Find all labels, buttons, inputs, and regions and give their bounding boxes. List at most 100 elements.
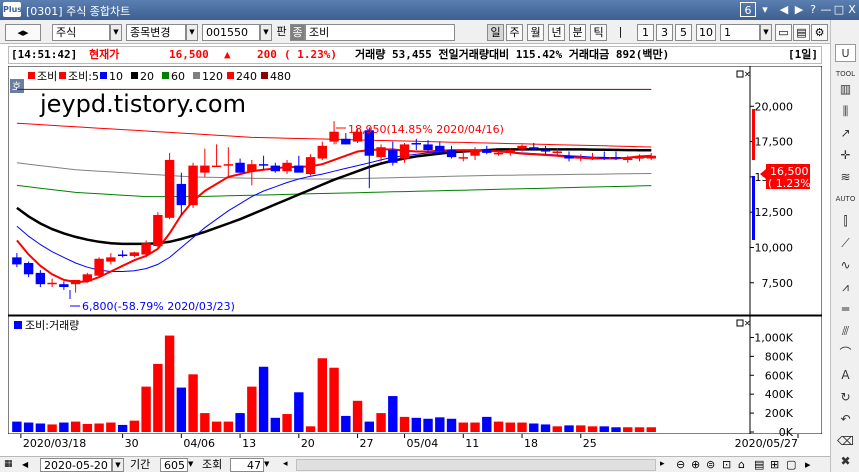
settings-icon[interactable]: ⚙ <box>811 24 828 41</box>
candle-body <box>529 147 539 149</box>
candle-body <box>47 282 57 285</box>
channel-icon[interactable]: ⫻ <box>835 322 856 340</box>
period-month-button[interactable]: 월 <box>527 24 544 41</box>
interval-10-button[interactable]: 10 <box>696 24 716 41</box>
volume-bar <box>435 417 445 432</box>
print-icon[interactable]: ▤ <box>793 24 810 41</box>
interval-5-button[interactable]: 5 <box>675 24 692 41</box>
candle-body <box>305 157 316 175</box>
interval-3-button[interactable]: 3 <box>656 24 673 41</box>
volume-bar <box>388 396 398 432</box>
count-display[interactable]: 47 <box>230 458 264 472</box>
time-scrollbar[interactable] <box>296 459 656 471</box>
fit-icon[interactable]: ⊡ <box>722 458 736 472</box>
zoom-reset-icon[interactable]: ⊜ <box>706 458 720 472</box>
period-year-button[interactable]: 년 <box>548 24 565 41</box>
screen-number[interactable]: 6 <box>740 2 756 17</box>
volume-bar <box>352 400 363 432</box>
legend-item: 20 <box>140 70 154 83</box>
prev-window-icon[interactable]: ◀ <box>777 2 791 17</box>
volume-bar <box>247 386 257 432</box>
scroll-right-icon[interactable]: ▸ <box>660 458 670 472</box>
candle-body <box>329 131 339 142</box>
bookmark-icon[interactable]: ▢ <box>786 458 800 472</box>
count-input[interactable]: 1 <box>720 24 760 41</box>
interval-1-button[interactable]: 1 <box>637 24 654 41</box>
x-tick-label: 04/06 <box>183 437 215 450</box>
arc-icon[interactable]: ⌒ <box>835 344 856 362</box>
stock-code-dropdown-icon[interactable]: ▼ <box>260 24 272 41</box>
x-tick-label: 2020/05/27 <box>735 437 798 450</box>
stock-chart-svg[interactable]: 호 조비 조비:5 10 20 60 120 240 480 jeypd.tistory.co… <box>7 65 823 456</box>
legend-item: 10 <box>109 70 123 83</box>
chart-type-icon[interactable]: ▥ <box>835 80 856 98</box>
candle-body <box>482 150 492 153</box>
calendar-icon[interactable]: ▦ <box>4 458 16 472</box>
legend-swatch <box>261 72 268 79</box>
pane-close-icon[interactable]: ✕ <box>744 70 751 79</box>
maximize-icon[interactable]: □ <box>833 2 845 17</box>
period-day-button[interactable]: 일 <box>487 24 504 41</box>
auto-icon[interactable]: AUTO <box>835 190 856 208</box>
jong-badge[interactable]: 종 <box>290 24 305 41</box>
stock-change-select[interactable]: 종목변경 <box>126 24 186 41</box>
period-tick-button[interactable]: 틱 <box>590 24 607 41</box>
expand-icon[interactable]: ▸ <box>805 458 819 472</box>
period-minute-button[interactable]: 분 <box>569 24 586 41</box>
chart-area[interactable]: 호 조비 조비:5 10 20 60 120 240 480 jeypd.tistory.co… <box>7 65 823 456</box>
candle-body <box>376 147 386 158</box>
period-week-button[interactable]: 주 <box>506 24 523 41</box>
volume-bar <box>634 427 645 432</box>
candle-body <box>458 157 468 159</box>
zoom-in-icon[interactable]: ⊕ <box>691 458 705 472</box>
price-tick-label: 17,500 <box>755 136 794 149</box>
help-icon[interactable]: ? <box>807 2 819 17</box>
zoom-out-icon[interactable]: ⊖ <box>676 458 690 472</box>
date-dropdown-icon[interactable]: ▼ <box>112 458 124 472</box>
scroll-left-icon[interactable]: ◂ <box>283 458 293 472</box>
next-window-icon[interactable]: ▶ <box>792 2 806 17</box>
home-icon[interactable]: ⌂ <box>738 458 752 472</box>
period-input[interactable]: 605 <box>160 458 188 472</box>
volume-bar <box>47 424 57 432</box>
text-icon[interactable]: A <box>835 366 856 384</box>
wave-icon[interactable]: ∿ <box>835 256 856 274</box>
fibonacci-icon[interactable]: ≋ <box>835 168 856 186</box>
period-dropdown-icon[interactable]: ▼ <box>188 458 200 472</box>
candle-body <box>564 155 574 159</box>
legend-swatch <box>131 72 138 79</box>
count-dropdown-icon[interactable]: ▼ <box>760 24 772 41</box>
window-layout-icon[interactable]: ▭ <box>775 24 792 41</box>
volume-pane-close-icon[interactable]: ✕ <box>744 319 751 328</box>
dropdown-arrow-icon[interactable]: ▾ <box>758 2 772 17</box>
date-prev-icon[interactable]: ◀ <box>22 458 36 472</box>
nav-arrows-icon[interactable]: ◂▸ <box>5 24 41 41</box>
candle-body <box>294 165 304 173</box>
count-dropdown-icon[interactable]: ▼ <box>264 458 276 472</box>
compare-icon[interactable]: ⊞ <box>770 458 784 472</box>
refresh-icon[interactable]: ↻ <box>835 388 856 406</box>
stock-code-input[interactable]: 001550 <box>202 24 260 41</box>
minimize-icon[interactable]: — <box>820 2 832 17</box>
market-dropdown-icon[interactable]: ▼ <box>110 24 122 41</box>
pan-label[interactable]: 판 <box>274 24 289 41</box>
candle-icon[interactable]: ⫿ <box>835 212 856 230</box>
horizontal-line-icon[interactable]: ═ <box>835 300 856 318</box>
cross-line-icon[interactable]: ✛ <box>835 146 856 164</box>
market-select[interactable]: 주식 <box>52 24 110 41</box>
trend-line-icon[interactable]: ↗ <box>835 124 856 142</box>
delete-icon[interactable]: ✖ <box>835 452 856 470</box>
date-input[interactable]: 2020-05-20 <box>40 458 112 472</box>
volume-bar <box>270 417 281 432</box>
zigzag-icon[interactable]: ⩘ <box>835 278 856 296</box>
u-tool-button[interactable]: U <box>835 44 856 62</box>
line-chart-icon[interactable]: ⟋ <box>835 234 856 252</box>
close-icon[interactable]: X <box>846 2 858 17</box>
lookup-label[interactable]: 조회 <box>202 458 222 472</box>
stock-change-dropdown-icon[interactable]: ▼ <box>186 24 198 41</box>
eraser-icon[interactable]: ⌫ <box>835 432 856 450</box>
layout-icon[interactable]: ▤ <box>754 458 768 472</box>
volume-tick-label: 200K <box>765 407 794 420</box>
indicator-icon[interactable]: ⫼ <box>835 102 856 120</box>
undo-icon[interactable]: ↶ <box>835 410 856 428</box>
